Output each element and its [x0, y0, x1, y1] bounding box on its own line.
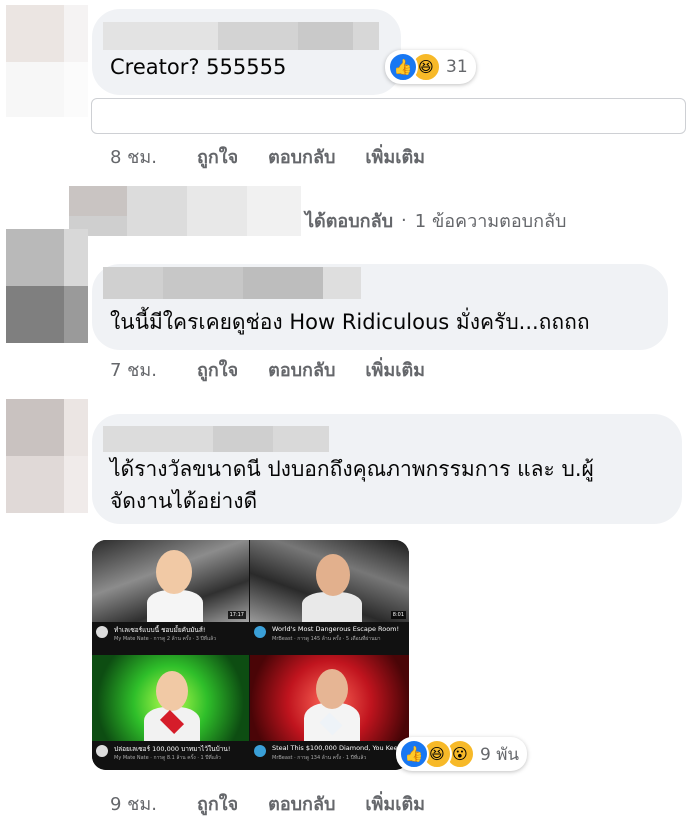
video-duration: 8:01	[390, 611, 406, 619]
reaction-count: 31	[446, 57, 468, 77]
reaction-summary[interactable]: 👍 😆 😮 9 พัน	[396, 737, 528, 771]
comment-actions: 7 ชม. ถูกใจ ตอบกลับ เพิ่มเติม	[110, 355, 455, 384]
video-subtitle: My Mate Nate · การดู 8.1 ล้าน ครั้ง · 1 …	[114, 755, 221, 761]
video-subtitle: MrBeast · การดู 145 ล้าน ครั้ง · 5 เดือน…	[272, 636, 381, 642]
reply-button[interactable]: ตอบกลับ	[268, 789, 335, 818]
video-card: 8:01 World's Most Dangerous Escape Room!…	[250, 540, 409, 654]
separator: ·	[401, 210, 407, 231]
video-title: ทำเลเซอร์แบบนี้ ชอบมั้ยคับมันส์!	[114, 626, 206, 634]
more-button[interactable]: เพิ่มเติม	[365, 789, 425, 818]
attached-image[interactable]: 17:17 ทำเลเซอร์แบบนี้ ชอบมั้ยคับมันส์! M…	[92, 540, 409, 770]
timestamp[interactable]: 7 ชม.	[110, 355, 157, 384]
more-button[interactable]: เพิ่มเติม	[365, 355, 425, 384]
reply-input[interactable]	[91, 98, 686, 134]
replied-label: ได้ตอบกลับ	[305, 211, 394, 232]
avatar[interactable]	[6, 399, 88, 513]
comment-text-line-1: ได้รางวัลขนาดนี ปงบอกถึงคุณภาพกรรมการ แล…	[110, 457, 594, 481]
like-icon: 👍	[388, 52, 418, 82]
timestamp[interactable]: 9 ชม.	[110, 789, 157, 818]
video-card: 17:17 ทำเลเซอร์แบบนี้ ชอบมั้ยคับมันส์! M…	[92, 540, 249, 654]
comment-actions: 8 ชม. ถูกใจ ตอบกลับ เพิ่มเติม	[110, 142, 455, 171]
reaction-count: 9 พัน	[480, 744, 520, 765]
like-icon: 👍	[399, 739, 429, 769]
video-card: ปล่อยเลเซอร์ 100,000 บาทมาไว้ในบ้าน! My …	[92, 655, 249, 770]
commenter-name[interactable]	[103, 22, 379, 50]
reply-count: 1 ข้อความตอบกลับ	[414, 211, 567, 232]
replies-link[interactable]: ได้ตอบกลับ · 1 ข้อความตอบกลับ	[305, 206, 566, 235]
video-card: Steal This $100,000 Diamond, You Keep It…	[250, 655, 409, 770]
comment-actions: 9 ชม. ถูกใจ ตอบกลับ เพิ่มเติม	[110, 789, 455, 818]
like-button[interactable]: ถูกใจ	[197, 355, 238, 384]
like-button[interactable]: ถูกใจ	[197, 789, 238, 818]
more-button[interactable]: เพิ่มเติม	[365, 142, 425, 171]
video-title: ปล่อยเลเซอร์ 100,000 บาทมาไว้ในบ้าน!	[114, 745, 231, 753]
commenter-name[interactable]	[103, 267, 361, 299]
avatar[interactable]	[6, 5, 88, 117]
timestamp[interactable]: 8 ชม.	[110, 142, 157, 171]
video-duration: 17:17	[227, 611, 246, 619]
like-button[interactable]: ถูกใจ	[197, 142, 238, 171]
comment-text-line-2: จัดงานได้อย่างดี	[110, 489, 258, 513]
avatar[interactable]	[6, 229, 88, 343]
reply-avatar-name[interactable]	[69, 186, 301, 236]
reply-button[interactable]: ตอบกลับ	[268, 355, 335, 384]
reaction-summary[interactable]: 👍 😆 31	[385, 50, 476, 84]
video-subtitle: MrBeast · การดู 134 ล้าน ครั้ง · 1 ปีที่…	[272, 755, 367, 761]
video-title: Steal This $100,000 Diamond, You Keep It	[272, 744, 409, 752]
video-subtitle: My Mate Nate · การดู 2 ล้าน ครั้ง · 3 ปี…	[114, 636, 217, 642]
comment-text: Creator? 555555	[110, 55, 287, 79]
video-title: World's Most Dangerous Escape Room!	[272, 625, 400, 633]
commenter-name[interactable]	[103, 426, 329, 452]
comment-text: ในนี้มีใครเคยดูช่อง How Ridiculous มั่งค…	[110, 310, 590, 334]
reply-button[interactable]: ตอบกลับ	[268, 142, 335, 171]
